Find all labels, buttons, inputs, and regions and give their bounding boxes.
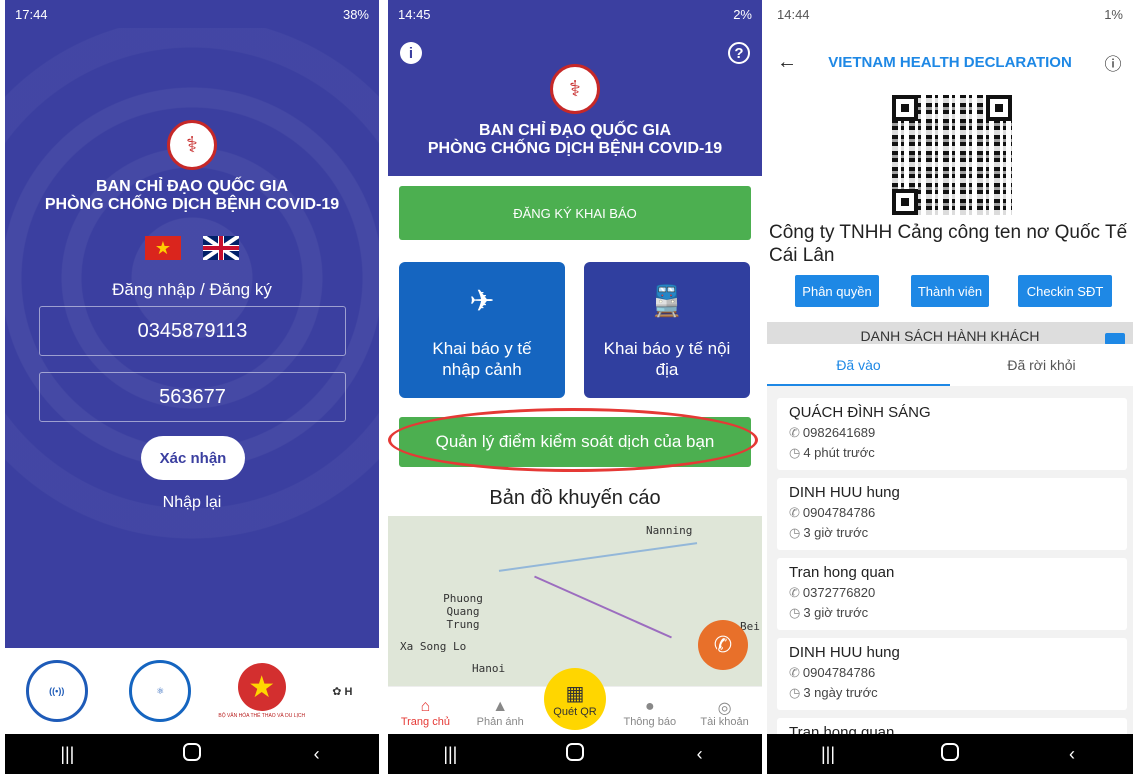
map-label-xa-song-lo: Xa Song Lo	[400, 640, 467, 653]
map-label-hanoi: Hanoi	[472, 662, 506, 675]
ministry-culture-logo-icon: ★ BỘ VĂN HÓA THỂ THAO VÀ DU LỊCH	[218, 659, 305, 723]
uk-flag-icon[interactable]	[203, 236, 239, 260]
tab-checked-out[interactable]: Đã rời khỏi	[950, 344, 1133, 386]
qr-finder	[892, 189, 918, 215]
home-icon[interactable]	[555, 742, 595, 766]
confirm-button[interactable]: Xác nhận	[141, 436, 245, 480]
tab-account[interactable]: ◎ Tài khoản	[691, 698, 759, 728]
ministry-of-health-emblem-icon: ⚕	[167, 120, 217, 170]
tab-notifications[interactable]: ● Thông báo	[616, 698, 684, 728]
home-screen: 14:45 2% i ? ⚕ BAN CHỈ ĐẠO QUỐC GIA PHÒN…	[388, 0, 762, 774]
vietnam-flag-icon[interactable]: ★	[145, 236, 181, 260]
clock-icon: ◷	[789, 525, 801, 540]
list-item[interactable]: DINH HUU hung ✆ 0904784786 ◷ 3 ngày trước	[777, 638, 1127, 710]
entry-declaration-card[interactable]: ✈ Khai báo y tế nhập cảnh	[399, 262, 565, 398]
tab-checked-in[interactable]: Đã vào	[767, 344, 950, 386]
battery-level: 2%	[733, 6, 752, 22]
recent-apps-icon[interactable]: |||	[808, 744, 848, 765]
info-icon[interactable]: i	[400, 42, 422, 64]
back-icon[interactable]: ‹	[680, 744, 720, 765]
phone-icon: ✆	[789, 505, 800, 520]
checkpoint-qr-code	[892, 95, 1012, 215]
ministry-ict-logo-icon: ((•))	[25, 660, 88, 722]
list-item[interactable]: QUÁCH ĐÌNH SÁNG ✆ 0982641689 ◷ 4 phút trướ…	[777, 398, 1127, 470]
tab-feedback[interactable]: ▲ Phản ánh	[466, 698, 534, 728]
page-title: VIETNAM HEALTH DECLARATION	[828, 53, 1072, 71]
recent-apps-icon[interactable]: |||	[430, 744, 470, 765]
home-header: i ? ⚕ BAN CHỈ ĐẠO QUỐC GIA PHÒNG CHỐNG D…	[388, 28, 762, 176]
phone-input[interactable]: 0345879113	[39, 306, 346, 356]
status-bar: 14:45 2%	[388, 0, 762, 28]
battery-level: 1%	[1104, 6, 1123, 22]
border-line	[534, 575, 672, 639]
back-icon[interactable]: ‹	[1052, 744, 1092, 765]
qr-finder	[892, 95, 918, 121]
phone-icon: ✆	[789, 425, 800, 440]
help-icon[interactable]: ?	[728, 42, 750, 64]
status-time: 14:44	[777, 6, 810, 22]
clock-icon: ◷	[789, 685, 801, 700]
home-icon[interactable]	[172, 742, 212, 766]
user-icon: ◎	[717, 700, 732, 717]
register-declaration-button[interactable]: ĐĂNG KÝ KHAI BÁO	[399, 186, 751, 240]
ministry-science-logo-icon: ⚛	[129, 660, 192, 722]
login-screen: 17:44 38% ⚕ BAN CHỈ ĐẠO QUỐC GIA PHÒNG C…	[5, 0, 379, 774]
clock-icon: ◷	[789, 445, 801, 460]
login-label: Đăng nhập / Đăng ký	[112, 280, 272, 299]
tab-scan-qr[interactable]: ▦ Quét QR	[544, 668, 606, 730]
passenger-list-header: DANH SÁCH HÀNH KHÁCH	[767, 322, 1133, 344]
home-icon: ⌂	[420, 698, 431, 715]
passenger-tabs: Đã vào Đã rời khỏi	[767, 344, 1133, 386]
domestic-declaration-card[interactable]: 🚆 Khai báo y tế nội địa	[584, 262, 750, 398]
warning-icon: ▲	[492, 698, 509, 715]
highlight-annotation	[388, 408, 758, 472]
reenter-link[interactable]: Nhập lại	[5, 494, 379, 512]
qr-finder	[986, 95, 1012, 121]
info-icon: ●	[644, 698, 655, 715]
phone-icon: ✆	[789, 585, 800, 600]
android-nav-bar: ||| ‹	[767, 734, 1133, 774]
permissions-button[interactable]: Phân quyền	[795, 275, 879, 307]
status-time: 14:45	[398, 6, 431, 22]
partner-logos: ((•)) ⚛ ★ BỘ VĂN HÓA THỂ THAO VÀ DU LỊCH …	[5, 648, 379, 734]
qr-scan-icon: ▦	[565, 682, 585, 705]
status-bar: 14:44 1%	[767, 0, 1133, 28]
map-label-phuong-quang-trung: Phuong Quang Trung	[443, 592, 483, 631]
status-bar: 17:44 38%	[5, 0, 379, 28]
app-bar: ← VIETNAM HEALTH DECLARATION ⓘ	[767, 42, 1133, 82]
checkin-phone-button[interactable]: Checkin SĐT	[1018, 275, 1112, 307]
tab-home[interactable]: ⌂ Trang chủ	[391, 698, 459, 728]
ministry-of-health-emblem-icon: ⚕	[550, 64, 600, 114]
home-icon[interactable]	[930, 742, 970, 766]
recent-apps-icon[interactable]: |||	[47, 744, 87, 765]
battery-level: 38%	[342, 6, 369, 22]
phone-icon: ✆	[789, 665, 800, 680]
airplane-icon: ✈	[469, 285, 495, 318]
partial-logo-icon: ✿ H	[332, 685, 353, 698]
clock-icon: ◷	[789, 605, 801, 620]
org-title: BAN CHỈ ĐẠO QUỐC GIA PHÒNG CHỐNG DỊCH BỆ…	[44, 178, 340, 214]
back-icon[interactable]: ‹	[297, 744, 337, 765]
river-line	[498, 542, 698, 572]
help-icon[interactable]: ⓘ	[1093, 50, 1133, 75]
map-label-nanning: Nanning	[646, 524, 693, 537]
list-item[interactable]: DINH HUU hung ✆ 0904784786 ◷ 3 giờ trước	[777, 478, 1127, 550]
org-title: BAN CHỈ ĐẠO QUỐC GIA PHÒNG CHỐNG DỊCH BỆ…	[427, 122, 723, 158]
map-title: Bản đồ khuyến cáo	[489, 487, 661, 509]
android-nav-bar: ||| ‹	[388, 734, 762, 774]
checkpoint-screen: 14:44 1% ← VIETNAM HEALTH DECLARATION ⓘ …	[767, 0, 1133, 774]
company-name: Công ty TNHH Cảng công ten nơ Quốc Tế Cá…	[769, 222, 1128, 266]
back-arrow-icon[interactable]: ←	[767, 51, 807, 74]
members-button[interactable]: Thành viên	[911, 275, 989, 307]
train-icon: 🚆	[648, 285, 686, 318]
language-selector: ★	[5, 236, 379, 260]
list-item[interactable]: Tran hong quan ✆ 0372776820 ◷ 3 giờ trước	[777, 558, 1127, 630]
otp-input[interactable]: 563677	[39, 372, 346, 422]
call-button[interactable]: ✆	[698, 620, 748, 670]
status-time: 17:44	[15, 6, 48, 22]
android-nav-bar: ||| ‹	[5, 734, 379, 774]
